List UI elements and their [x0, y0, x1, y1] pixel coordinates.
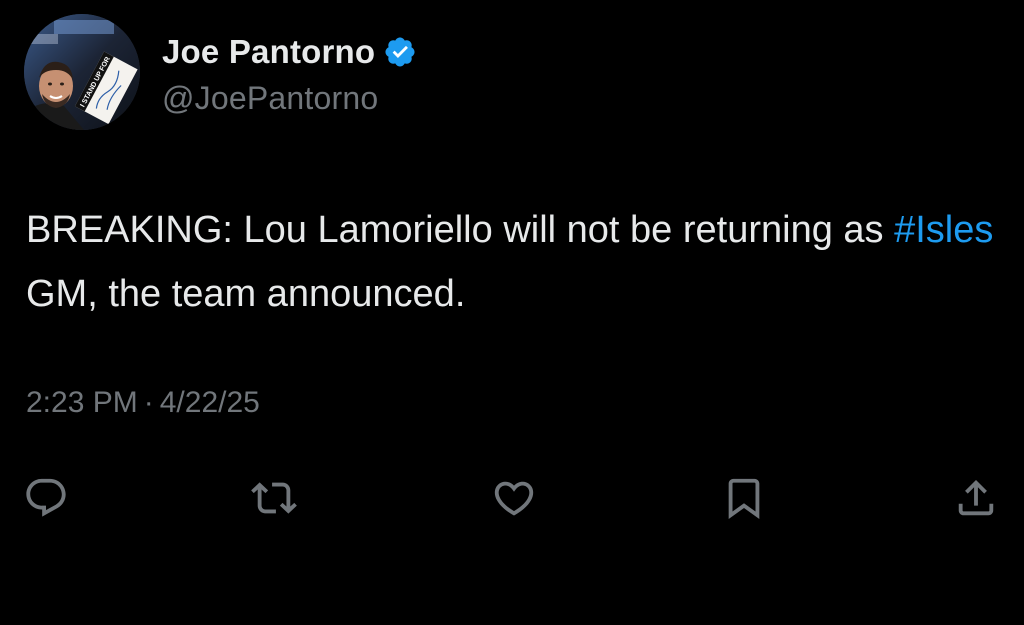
author-name-row: Joe Pantorno: [162, 30, 417, 74]
tweet-text-part-1: BREAKING: Lou Lamoriello will not be ret…: [26, 209, 895, 251]
like-icon: [494, 481, 534, 516]
retweet-icon: [251, 482, 297, 514]
reply-icon: [26, 478, 66, 517]
tweet-text: BREAKING: Lou Lamoriello will not be ret…: [26, 198, 1006, 326]
retweet-button[interactable]: [246, 470, 302, 526]
tweet: I STAND UP FOR Joe Pantorno @JoePantorno…: [0, 0, 1024, 625]
timestamp-separator: ·: [143, 386, 154, 419]
author-display-name[interactable]: Joe Pantorno: [162, 33, 375, 71]
hashtag-link[interactable]: #Isles: [894, 209, 993, 251]
bookmark-icon: [728, 478, 760, 519]
action-bar: [0, 470, 1024, 530]
reply-button[interactable]: [18, 470, 74, 526]
author-handle[interactable]: @JoePantorno: [162, 80, 378, 117]
avatar[interactable]: I STAND UP FOR: [24, 14, 140, 130]
tweet-time: 2:23 PM: [26, 386, 138, 419]
avatar-image: I STAND UP FOR: [24, 14, 140, 130]
verified-badge-icon[interactable]: [383, 35, 417, 69]
tweet-date: 4/22/25: [159, 386, 260, 419]
tweet-timestamp[interactable]: 2:23 PM · 4/22/25: [26, 386, 260, 420]
bookmark-button[interactable]: [716, 470, 772, 526]
tweet-text-part-2: GM, the team announced.: [26, 273, 466, 315]
share-icon: [958, 479, 994, 516]
like-button[interactable]: [486, 470, 542, 526]
share-button[interactable]: [948, 470, 1004, 526]
